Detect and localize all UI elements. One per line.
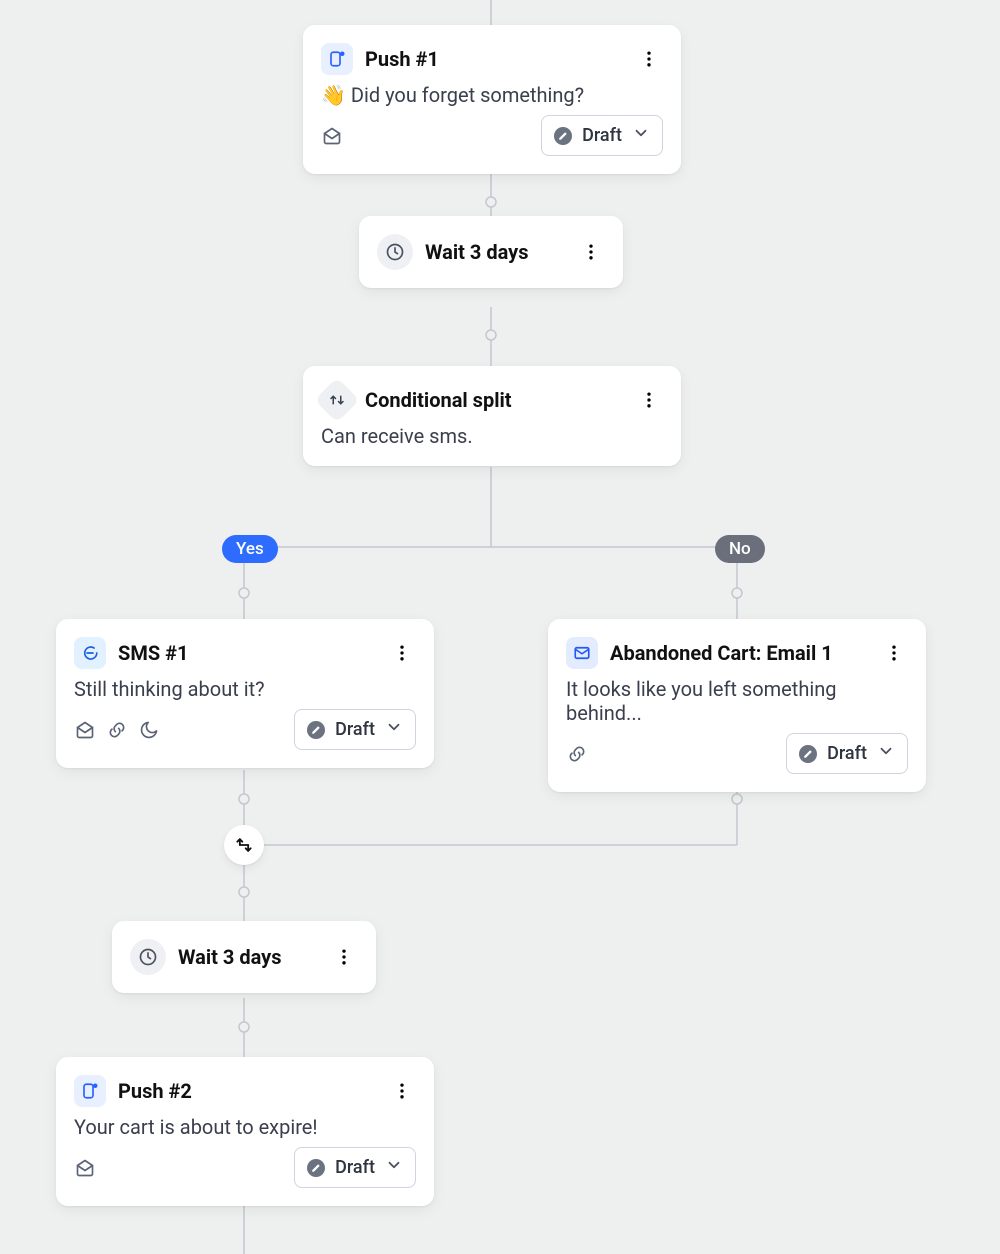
node-menu-button[interactable] xyxy=(388,1077,416,1105)
node-description: Can receive sms. xyxy=(303,422,681,466)
chevron-down-icon xyxy=(632,124,650,147)
node-title: Conditional split xyxy=(365,388,512,412)
node-title: Abandoned Cart: Email 1 xyxy=(610,641,833,665)
node-conditional-split[interactable]: Conditional split Can receive sms. xyxy=(303,366,681,466)
node-menu-button[interactable] xyxy=(577,238,605,266)
node-description: Still thinking about it? xyxy=(56,675,434,709)
split-icon xyxy=(314,377,359,422)
mail-open-icon xyxy=(74,719,96,741)
mail-open-icon xyxy=(321,125,343,147)
node-menu-button[interactable] xyxy=(330,943,358,971)
status-dropdown[interactable]: Draft xyxy=(786,733,908,774)
flow-canvas: Push #1 👋 Did you forget something? Draf… xyxy=(0,0,1000,1254)
status-dot-icon xyxy=(307,721,325,739)
email-icon xyxy=(566,637,598,669)
status-label: Draft xyxy=(827,743,867,764)
node-title: SMS #1 xyxy=(118,641,188,665)
sms-icon xyxy=(74,637,106,669)
status-dot-icon xyxy=(554,127,572,145)
branch-no-pill: No xyxy=(715,535,765,563)
node-title: Wait 3 days xyxy=(178,945,282,969)
node-description: 👋 Did you forget something? xyxy=(303,81,681,115)
status-dot-icon xyxy=(307,1159,325,1177)
status-dropdown[interactable]: Draft xyxy=(294,1147,416,1188)
node-wait-2[interactable]: Wait 3 days xyxy=(112,921,376,993)
node-menu-button[interactable] xyxy=(880,639,908,667)
node-title: Push #2 xyxy=(118,1079,192,1103)
push-icon xyxy=(74,1075,106,1107)
node-description: Your cart is about to expire! xyxy=(56,1113,434,1147)
status-dropdown[interactable]: Draft xyxy=(541,115,663,156)
node-menu-button[interactable] xyxy=(388,639,416,667)
moon-icon xyxy=(138,719,160,741)
node-description: It looks like you left something behind.… xyxy=(548,675,926,733)
node-email-1[interactable]: Abandoned Cart: Email 1 It looks like yo… xyxy=(548,619,926,792)
node-push-1[interactable]: Push #1 👋 Did you forget something? Draf… xyxy=(303,25,681,174)
status-dropdown[interactable]: Draft xyxy=(294,709,416,750)
node-menu-button[interactable] xyxy=(635,386,663,414)
node-sms-1[interactable]: SMS #1 Still thinking about it? Draft xyxy=(56,619,434,768)
status-label: Draft xyxy=(335,719,375,740)
node-title: Wait 3 days xyxy=(425,240,529,264)
node-menu-button[interactable] xyxy=(635,45,663,73)
link-icon xyxy=(566,743,588,765)
mail-open-icon xyxy=(74,1157,96,1179)
chevron-down-icon xyxy=(385,718,403,741)
node-title: Push #1 xyxy=(365,47,439,71)
status-dot-icon xyxy=(799,745,817,763)
status-label: Draft xyxy=(335,1157,375,1178)
clock-icon xyxy=(130,939,166,975)
link-icon xyxy=(106,719,128,741)
branch-yes-pill: Yes xyxy=(222,535,278,563)
status-label: Draft xyxy=(582,125,622,146)
chevron-down-icon xyxy=(385,1156,403,1179)
chevron-down-icon xyxy=(877,742,895,765)
push-icon xyxy=(321,43,353,75)
node-wait-1[interactable]: Wait 3 days xyxy=(359,216,623,288)
merge-node[interactable] xyxy=(224,825,264,865)
clock-icon xyxy=(377,234,413,270)
node-push-2[interactable]: Push #2 Your cart is about to expire! Dr… xyxy=(56,1057,434,1206)
